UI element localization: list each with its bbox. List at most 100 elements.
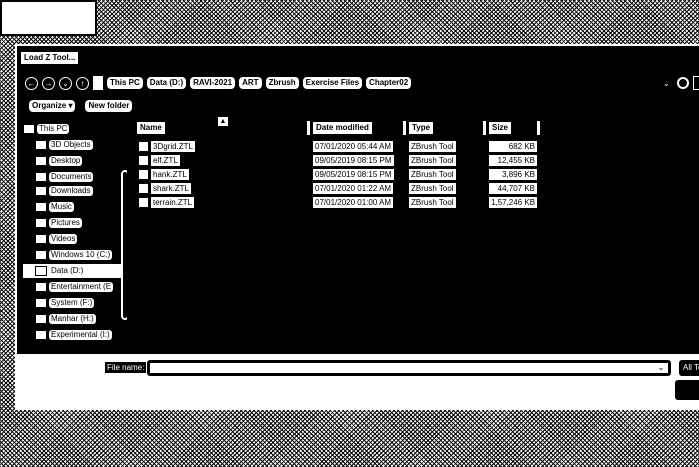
navigation-pane: This PC 3D Objects Desktop Documents Dow… — [23, 118, 127, 350]
drive-icon — [35, 282, 47, 292]
table-row[interactable]: shark.ZTL 07/01/2020 01:22 AM ZBrush Too… — [135, 182, 555, 195]
sidebar-item-desktop[interactable]: Desktop — [35, 154, 83, 168]
computer-icon — [23, 124, 35, 134]
command-bar: Organize ▾ New folder — [29, 100, 133, 112]
ztl-file-icon — [138, 169, 149, 180]
new-folder-button[interactable]: New folder — [85, 100, 133, 112]
table-row[interactable]: hank.ZTL 09/05/2019 08:15 PM ZBrush Tool… — [135, 168, 555, 181]
column-divider[interactable] — [403, 121, 406, 135]
table-row[interactable]: terrain.ZTL 07/01/2020 01:00 AM ZBrush T… — [135, 196, 555, 209]
file-size: 3,896 KB — [489, 169, 537, 180]
breadcrumb-art[interactable]: ART — [239, 77, 262, 89]
sidebar-item-label: Pictures — [49, 218, 82, 228]
file-size: 1,57,246 KB — [489, 197, 537, 208]
file-type: ZBrush Tool — [409, 155, 456, 166]
sidebar-item-label: Desktop — [49, 156, 83, 166]
file-type: ZBrush Tool — [409, 169, 456, 180]
table-row[interactable]: elf.ZTL 09/05/2019 08:15 PM ZBrush Tool … — [135, 154, 555, 167]
sidebar-item-system[interactable]: System (F:) — [35, 296, 95, 310]
breadcrumb-this-pc[interactable]: This PC — [107, 77, 143, 89]
drive-icon — [35, 314, 47, 324]
sidebar-item-label: 3D Objects — [49, 140, 93, 150]
sidebar-item-label: System (F:) — [49, 298, 95, 308]
sort-ascending-icon: ▲ — [218, 117, 228, 126]
file-type: ZBrush Tool — [409, 183, 456, 194]
file-size: 682 KB — [489, 141, 537, 152]
file-type-filter[interactable]: All Tc — [679, 360, 699, 376]
file-name: hank.ZTL — [151, 169, 189, 180]
ztl-file-icon — [138, 141, 149, 152]
file-type: ZBrush Tool — [409, 141, 456, 152]
address-dropdown-icon[interactable]: ⌄ — [663, 79, 673, 88]
sidebar-item-this-pc[interactable]: This PC — [23, 122, 70, 136]
sidebar-item-music[interactable]: Music — [35, 200, 74, 214]
breadcrumb-ravi-2021[interactable]: RAVI-2021 — [190, 77, 236, 89]
sidebar-item-entertainment[interactable]: Entertainment (E — [35, 280, 114, 294]
sidebar-item-data-d[interactable]: Data (D:) — [23, 264, 121, 278]
column-header-date[interactable]: Date modified — [313, 122, 372, 134]
cube-icon — [35, 140, 47, 150]
sidebar-item-documents[interactable]: Documents — [35, 170, 94, 184]
organize-button[interactable]: Organize ▾ — [29, 100, 76, 112]
sidebar-item-label: Windows 10 (C:) — [49, 250, 113, 260]
column-header-type[interactable]: Type — [409, 122, 434, 134]
sidebar-item-manhar[interactable]: Manhar (H:) — [35, 312, 96, 326]
document-icon — [35, 172, 47, 182]
sidebar-item-label: Entertainment (E — [49, 282, 114, 292]
sidebar-item-experimental[interactable]: Experimental (I:) — [35, 328, 112, 342]
sidebar-item-windows-10[interactable]: Windows 10 (C:) — [35, 248, 113, 262]
breadcrumb-chapter02[interactable]: Chapter02 — [366, 77, 412, 89]
refresh-icon[interactable] — [677, 77, 689, 89]
column-header-size[interactable]: Size — [489, 122, 512, 134]
file-type: ZBrush Tool — [409, 197, 456, 208]
pictures-icon — [35, 218, 47, 228]
table-row[interactable]: 3Dgrid.ZTL 07/01/2020 05:44 AM ZBrush To… — [135, 140, 555, 153]
file-size: 12,455 KB — [489, 155, 537, 166]
search-input[interactable] — [693, 76, 699, 90]
breadcrumb-zbrush[interactable]: Zbrush — [265, 77, 299, 89]
sidebar-item-downloads[interactable]: Downloads — [35, 184, 93, 198]
column-divider[interactable] — [537, 121, 540, 135]
file-list: ▲ Name Date modified Type Size 3Dgrid.ZT… — [135, 117, 555, 228]
recent-locations-button[interactable]: ⌄ — [59, 76, 72, 90]
dialog-title: Load Z Tool... — [21, 52, 79, 64]
breadcrumb-exercise-files[interactable]: Exercise Files — [302, 77, 363, 89]
file-date: 07/01/2020 01:22 AM — [313, 183, 394, 194]
ztl-file-icon — [138, 197, 149, 208]
sidebar-item-pictures[interactable]: Pictures — [35, 216, 82, 230]
file-name: elf.ZTL — [151, 155, 180, 166]
column-divider[interactable] — [483, 121, 486, 135]
up-button[interactable]: ↑ — [76, 76, 89, 90]
sidebar-item-videos[interactable]: Videos — [35, 232, 78, 246]
column-header-name[interactable]: Name — [137, 122, 165, 134]
sidebar-item-label: Music — [49, 202, 74, 212]
file-date: 07/01/2020 05:44 AM — [313, 141, 394, 152]
sidebar-item-label: Downloads — [49, 186, 93, 196]
sidebar-item-label: Data (D:) — [49, 266, 86, 276]
background-window-fragment — [0, 0, 97, 36]
sidebar-item-label: Experimental (I:) — [49, 330, 112, 340]
forward-button[interactable]: → — [42, 76, 55, 90]
drive-icon — [35, 330, 47, 340]
breadcrumb-data-d[interactable]: Data (D:) — [146, 77, 187, 89]
sidebar-item-label: Documents — [49, 172, 94, 182]
file-name-input[interactable]: ⌄ — [147, 360, 671, 376]
address-bar: ← → ⌄ ↑ This PC Data (D:) RAVI-2021 ART … — [25, 74, 699, 92]
chevron-down-icon[interactable]: ⌄ — [656, 363, 666, 373]
back-button[interactable]: ← — [25, 76, 38, 90]
file-size: 44,707 KB — [489, 183, 537, 194]
dialog-footer: File name: ⌄ All Tc — [17, 354, 699, 410]
sidebar-item-3d-objects[interactable]: 3D Objects — [35, 138, 93, 152]
load-ztool-dialog: Load Z Tool... ← → ⌄ ↑ This PC Data (D:)… — [15, 44, 699, 410]
column-divider[interactable] — [307, 121, 310, 135]
location-icon — [93, 76, 103, 90]
file-date: 07/01/2020 01:00 AM — [313, 197, 394, 208]
video-icon — [35, 234, 47, 244]
open-button[interactable] — [675, 380, 699, 400]
navigation-scrollbar[interactable] — [121, 170, 127, 320]
download-icon — [35, 186, 47, 196]
ztl-file-icon — [138, 155, 149, 166]
file-date: 09/05/2019 08:15 PM — [313, 155, 394, 166]
drive-icon — [35, 298, 47, 308]
ztl-file-icon — [138, 183, 149, 194]
